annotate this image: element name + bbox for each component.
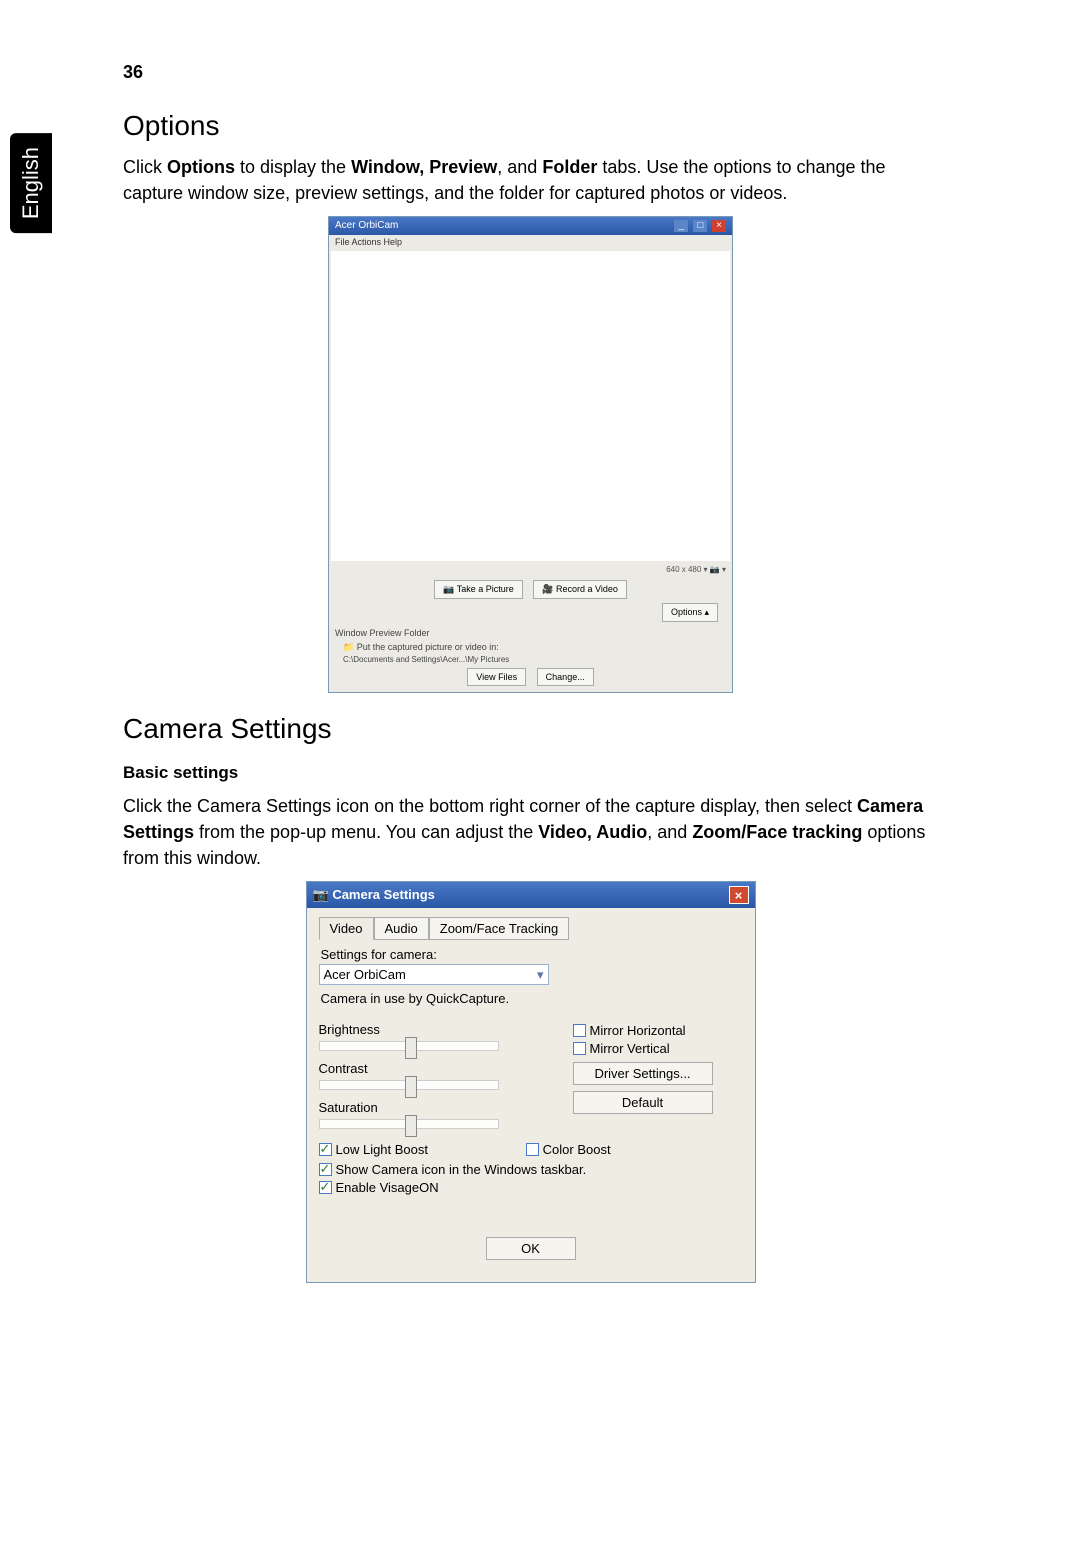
enable-visage-label: Enable VisageON	[336, 1180, 439, 1195]
bold-video-audio: Video, Audio	[538, 822, 647, 842]
folder-buttons: View Files Change...	[329, 668, 732, 692]
language-tab: English	[10, 133, 52, 233]
folder-msg: Put the captured picture or video in:	[357, 642, 499, 652]
dialog-title: 📷 Camera Settings	[313, 887, 435, 903]
view-files-button[interactable]: View Files	[467, 668, 526, 686]
dialog-title-text: Camera Settings	[332, 887, 435, 902]
mirror-v-label: Mirror Vertical	[590, 1041, 670, 1056]
close-icon[interactable]: ×	[712, 220, 726, 232]
maximize-icon[interactable]: □	[693, 220, 707, 232]
brightness-slider[interactable]	[319, 1041, 499, 1051]
camera-select[interactable]: Acer OrbiCam	[319, 964, 549, 985]
basic-settings-subhead: Basic settings	[123, 763, 938, 783]
options-paragraph: Click Options to display the Window, Pre…	[123, 154, 938, 206]
window-buttons: _ □ ×	[672, 220, 726, 232]
show-icon-label: Show Camera icon in the Windows taskbar.	[336, 1162, 587, 1177]
checkbox-icon	[319, 1181, 332, 1194]
bold-options: Options	[167, 157, 235, 177]
close-icon[interactable]: ×	[729, 886, 749, 904]
orbicam-title: Acer OrbiCam	[335, 220, 398, 232]
right-column: Mirror Horizontal Mirror Vertical Driver…	[573, 1020, 743, 1139]
text: , and	[647, 822, 692, 842]
bold-folder: Folder	[542, 157, 597, 177]
minimize-icon[interactable]: _	[674, 220, 688, 232]
camera-settings-paragraph: Click the Camera Settings icon on the bo…	[123, 793, 938, 871]
contrast-slider[interactable]	[319, 1080, 499, 1090]
default-button[interactable]: Default	[573, 1091, 713, 1114]
checkbox-icon	[573, 1024, 586, 1037]
saturation-slider[interactable]	[319, 1119, 499, 1129]
camera-settings-figure: 📷 Camera Settings × VideoAudioZoom/Face …	[123, 881, 938, 1283]
text: from the pop-up menu. You can adjust the	[194, 822, 538, 842]
color-boost-label: Color Boost	[543, 1142, 611, 1157]
orbicam-figure: Acer OrbiCam _ □ × File Actions Help 640…	[123, 216, 938, 693]
text: Click	[123, 157, 167, 177]
settings-tabs: VideoAudioZoom/Face Tracking	[319, 916, 743, 939]
bold-zoom-face: Zoom/Face tracking	[692, 822, 862, 842]
take-picture-label: Take a Picture	[457, 584, 514, 594]
contrast-label: Contrast	[319, 1061, 573, 1076]
color-boost-checkbox[interactable]: Color Boost	[526, 1141, 611, 1157]
options-heading: Options	[123, 110, 938, 142]
folder-path: C:\Documents and Settings\Acer...\My Pic…	[329, 655, 732, 668]
low-light-checkbox[interactable]: Low Light Boost	[319, 1141, 523, 1157]
camera-settings-dialog: 📷 Camera Settings × VideoAudioZoom/Face …	[306, 881, 756, 1283]
mirror-h-label: Mirror Horizontal	[590, 1023, 686, 1038]
mirror-vertical-checkbox[interactable]: Mirror Vertical	[573, 1040, 743, 1056]
camera-settings-titlebar: 📷 Camera Settings ×	[307, 882, 755, 908]
driver-settings-button[interactable]: Driver Settings...	[573, 1062, 713, 1085]
text: Click the Camera Settings icon on the bo…	[123, 796, 857, 816]
low-light-label: Low Light Boost	[336, 1142, 429, 1157]
camera-in-use-msg: Camera in use by QuickCapture.	[321, 991, 743, 1006]
folder-info: 📁 Put the captured picture or video in:	[329, 640, 732, 655]
checkbox-icon	[319, 1163, 332, 1176]
orbicam-window: Acer OrbiCam _ □ × File Actions Help 640…	[328, 216, 733, 693]
text: to display the	[235, 157, 351, 177]
settings-for-label: Settings for camera:	[321, 947, 743, 962]
orbicam-menubar[interactable]: File Actions Help	[329, 235, 732, 249]
controls-grid: Brightness Contrast Saturation Mirror Ho…	[319, 1020, 743, 1139]
show-icon-checkbox[interactable]: Show Camera icon in the Windows taskbar.	[319, 1161, 743, 1177]
dialog-body: VideoAudioZoom/Face Tracking Settings fo…	[307, 908, 755, 1282]
enable-visage-checkbox[interactable]: Enable VisageON	[319, 1179, 743, 1195]
tab-audio[interactable]: Audio	[374, 917, 429, 940]
ok-button[interactable]: OK	[486, 1237, 576, 1260]
page-content: Options Click Options to display the Win…	[123, 110, 938, 1303]
record-video-button[interactable]: 🎥 Record a Video	[533, 580, 627, 599]
camera-settings-heading: Camera Settings	[123, 713, 938, 745]
mirror-horizontal-checkbox[interactable]: Mirror Horizontal	[573, 1022, 743, 1038]
bold-window-preview: Window, Preview	[351, 157, 497, 177]
options-row: Options ▴	[329, 603, 732, 626]
brightness-label: Brightness	[319, 1022, 573, 1037]
record-video-label: Record a Video	[556, 584, 618, 594]
checkbox-icon	[526, 1143, 539, 1156]
ok-row: OK	[319, 1197, 743, 1272]
orbicam-titlebar: Acer OrbiCam _ □ ×	[329, 217, 732, 235]
checkbox-icon	[319, 1143, 332, 1156]
sliders-column: Brightness Contrast Saturation	[319, 1020, 573, 1139]
checkbox-icon	[573, 1042, 586, 1055]
take-picture-button[interactable]: 📷 Take a Picture	[434, 580, 523, 599]
tab-video[interactable]: Video	[319, 917, 374, 940]
orbicam-tabs[interactable]: Window Preview Folder	[329, 626, 732, 640]
change-button[interactable]: Change...	[537, 668, 594, 686]
text: , and	[497, 157, 542, 177]
page-number: 36	[123, 62, 143, 83]
tab-zoom[interactable]: Zoom/Face Tracking	[429, 917, 570, 940]
orbicam-status: 640 x 480 ▾ 📷 ▾	[329, 563, 732, 576]
orbicam-preview	[331, 251, 730, 561]
orbicam-buttons: 📷 Take a Picture 🎥 Record a Video	[329, 576, 732, 603]
saturation-label: Saturation	[319, 1100, 573, 1115]
options-button[interactable]: Options ▴	[662, 603, 718, 622]
